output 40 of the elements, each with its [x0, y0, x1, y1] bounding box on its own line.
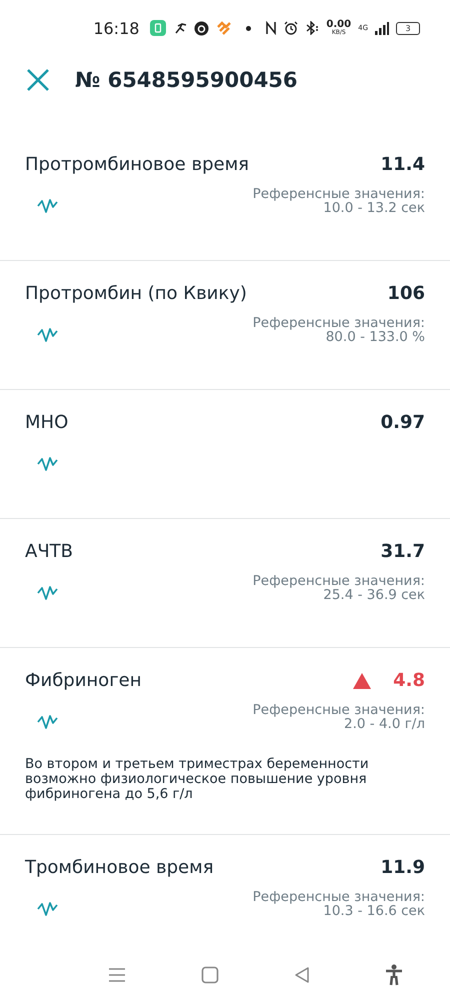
- test-name: АЧТВ: [25, 541, 73, 562]
- dot-icon: [246, 26, 252, 30]
- test-name: МНО: [25, 412, 68, 433]
- order-number: № 6548595900456: [75, 68, 298, 92]
- reference-range: 25.4 - 36.9 сек: [323, 588, 425, 602]
- reference-label: Референсные значения:: [252, 316, 425, 330]
- test-name: Фибриноген: [25, 670, 142, 691]
- accessibility-icon[interactable]: [384, 964, 402, 986]
- network-speed: 0.00: [326, 20, 352, 30]
- running-figure-icon: [173, 21, 188, 35]
- close-button[interactable]: [25, 67, 51, 93]
- home-icon[interactable]: [200, 966, 218, 984]
- battery-indicator: 3: [396, 22, 420, 34]
- test-value: 31.7: [380, 541, 425, 562]
- test-value: 0.97: [380, 412, 425, 433]
- alarm-clock-icon: [284, 21, 298, 35]
- test-name: Протромбин (по Квику): [25, 283, 247, 304]
- reference-range: 2.0 - 4.0 г/л: [344, 717, 425, 732]
- app-icon: [150, 20, 166, 36]
- reference-range: 10.0 - 13.2 сек: [323, 201, 425, 216]
- test-name: Тромбиновое время: [25, 856, 214, 878]
- reference-range: 10.3 - 16.6 сек: [323, 904, 425, 918]
- reference-label: Референсные значения:: [252, 574, 425, 588]
- test-value: 106: [387, 283, 425, 304]
- reference-label: Референсные значения:: [252, 890, 425, 904]
- reference-label: Референсные значения:: [252, 187, 425, 202]
- clock-time: 16:18: [93, 18, 140, 38]
- test-name: Протромбиновое время: [25, 154, 249, 175]
- nfc-icon: [265, 21, 278, 35]
- test-value: 4.8: [393, 670, 425, 691]
- menu-icon[interactable]: [108, 967, 126, 983]
- test-value: 11.9: [380, 856, 425, 878]
- reference-range: 80.0 - 133.0 %: [326, 330, 425, 344]
- circle-badge-icon: [194, 20, 210, 36]
- signal-icon: [375, 22, 389, 34]
- bluetooth-icon: [305, 21, 320, 35]
- reference-label: Референсные значения:: [252, 703, 425, 718]
- test-value: 11.4: [380, 154, 425, 175]
- result-note: Во втором и третьем триместрах беременности возможно физиологическое повышение уровня фибриногена до 5,6 г/л: [25, 757, 370, 802]
- back-icon[interactable]: [294, 966, 310, 984]
